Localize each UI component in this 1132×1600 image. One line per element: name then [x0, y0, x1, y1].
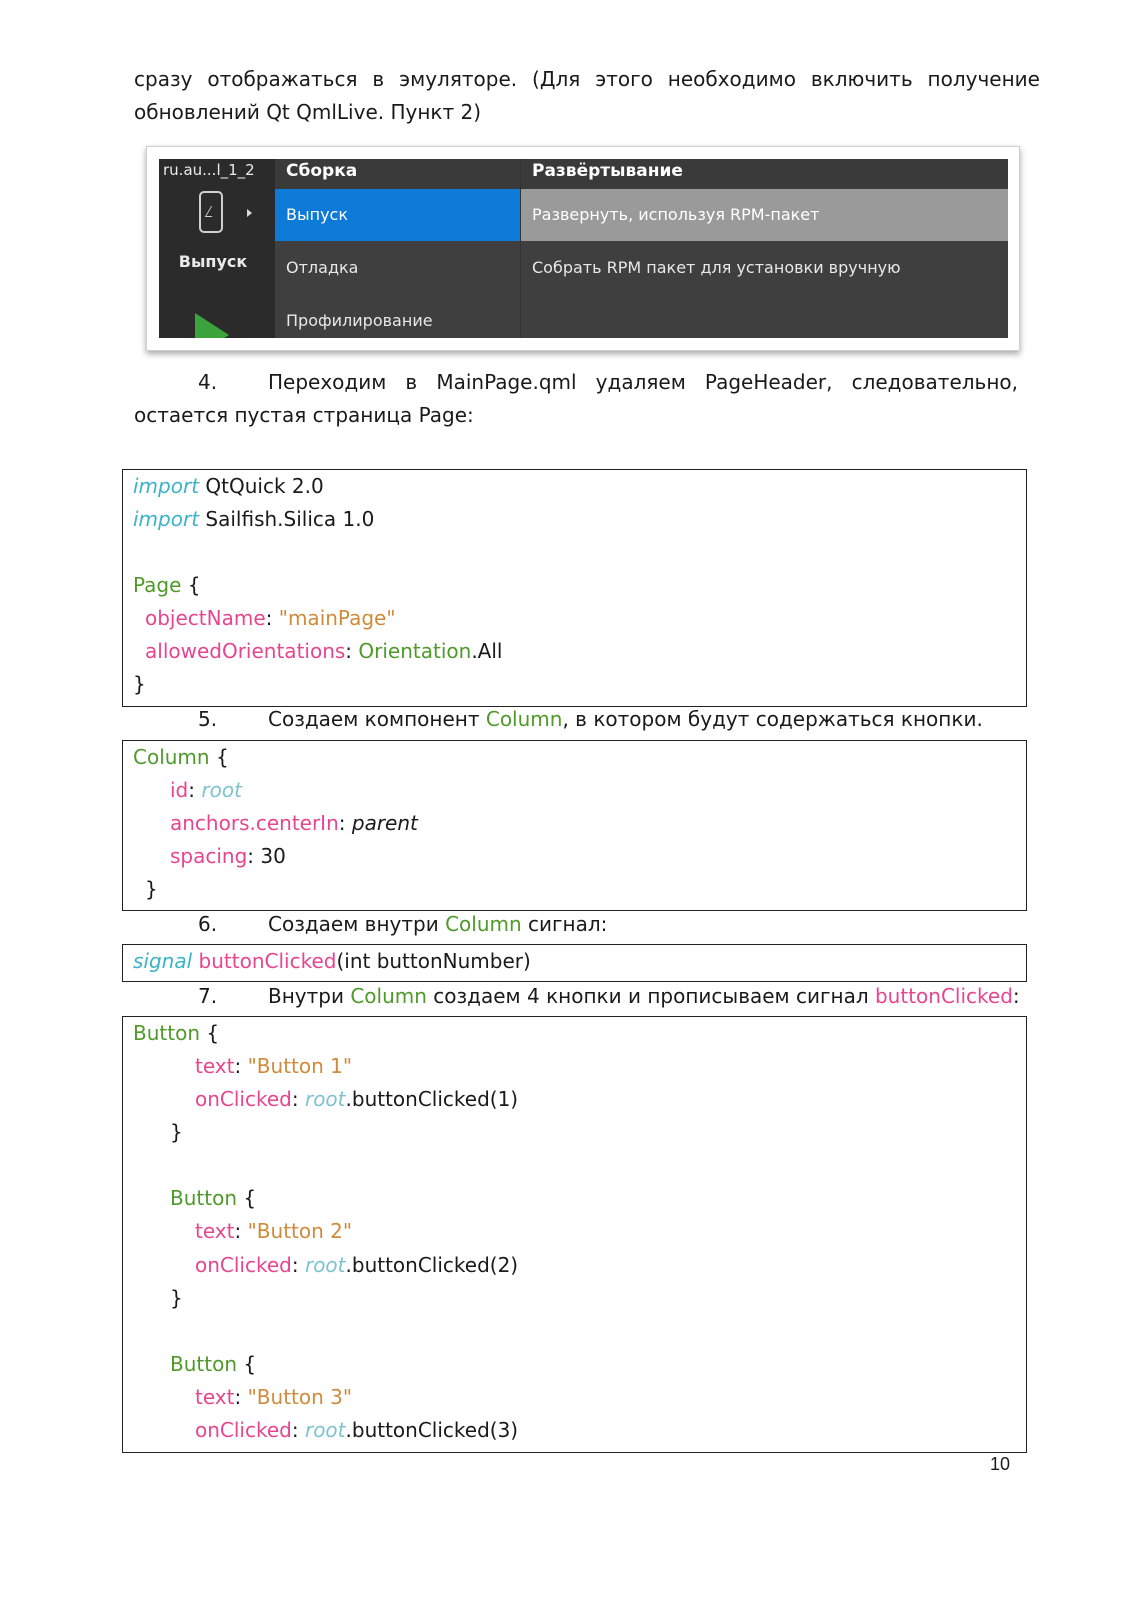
- code-line: text: "Button 2": [195, 1219, 353, 1243]
- step-7-text: Внутри Column создаем 4 кнопки и прописы…: [268, 984, 1020, 1008]
- code-line: onClicked: root.buttonClicked(1): [195, 1087, 519, 1111]
- code-line: }: [170, 1120, 183, 1144]
- code-line: signal buttonClicked(int buttonNumber): [133, 949, 531, 973]
- kit-selector[interactable]: ru.au...l_1_2 Выпуск: [159, 159, 275, 338]
- code-line: Button {: [133, 1021, 220, 1045]
- deploy-item-rpm[interactable]: Развернуть, используя RPM-пакет: [521, 189, 1008, 241]
- chevron-right-icon: [247, 209, 252, 217]
- step-6-text: Создаем внутри Column сигнал:: [268, 912, 608, 936]
- code-line: Button {: [170, 1352, 257, 1376]
- code-line: objectName: "mainPage": [145, 606, 396, 630]
- step-7-number: 7.: [198, 984, 218, 1008]
- deploy-column: Развёртывание Развернуть, используя RPM-…: [520, 159, 1008, 338]
- step-4-number: 4.: [198, 370, 218, 394]
- build-item-release[interactable]: Выпуск: [275, 189, 520, 241]
- step-5-number: 5.: [198, 707, 218, 731]
- step-6-number: 6.: [198, 912, 218, 936]
- code-block-signal: signal buttonClicked(int buttonNumber): [122, 944, 1027, 982]
- code-block-page: import QtQuick 2.0 import Sailfish.Silic…: [122, 469, 1027, 707]
- intro-line-1: сразу отображаться в эмуляторе. (Для это…: [134, 67, 1040, 91]
- build-column: Сборка Выпуск Отладка Профилирование: [275, 159, 520, 338]
- code-block-buttons: Button { text: "Button 1" onClicked: roo…: [122, 1016, 1027, 1453]
- kit-name: ru.au...l_1_2: [163, 161, 255, 179]
- code-line: Button {: [170, 1186, 257, 1210]
- step-5-text: Создаем компонент Column, в котором буду…: [268, 707, 983, 731]
- code-line: spacing: 30: [170, 844, 286, 868]
- code-line: }: [145, 877, 158, 901]
- code-line: Column {: [133, 745, 229, 769]
- run-icon[interactable]: [195, 313, 229, 338]
- code-line: import Sailfish.Silica 1.0: [133, 507, 375, 531]
- build-item-profile[interactable]: Профилирование: [275, 295, 520, 338]
- build-config-screenshot: ru.au...l_1_2 Выпуск Сборка Выпуск Отлад…: [146, 146, 1020, 351]
- code-line: allowedOrientations: Orientation.All: [145, 639, 503, 663]
- code-line: onClicked: root.buttonClicked(3): [195, 1418, 519, 1442]
- code-line: text: "Button 3": [195, 1385, 353, 1409]
- code-line: }: [170, 1286, 183, 1310]
- code-line: Page {: [133, 573, 201, 597]
- build-item-debug[interactable]: Отладка: [275, 242, 520, 294]
- code-line: onClicked: root.buttonClicked(2): [195, 1253, 519, 1277]
- deploy-header: Развёртывание: [521, 159, 1008, 189]
- device-icon: [199, 191, 223, 233]
- code-line: import QtQuick 2.0: [133, 474, 324, 498]
- code-line: id: root: [170, 778, 242, 802]
- intro-paragraph: сразу отображаться в эмуляторе. (Для это…: [134, 63, 1040, 129]
- page-number: 10: [990, 1454, 1011, 1474]
- step-4-text-1: Переходим в MainPage.qml удаляем PageHea…: [268, 370, 1018, 394]
- code-line: anchors.centerIn: parent: [170, 811, 418, 835]
- deploy-item-build-rpm[interactable]: Собрать RPM пакет для установки вручную: [521, 242, 1008, 294]
- intro-line-2: обновлений Qt QmlLive. Пункт 2): [134, 100, 482, 124]
- kit-mode-label: Выпуск: [178, 252, 248, 271]
- build-header: Сборка: [275, 159, 520, 189]
- step-4-line-2: остается пустая страница Page:: [134, 403, 474, 427]
- code-line: text: "Button 1": [195, 1054, 353, 1078]
- code-block-column: Column { id: root anchors.centerIn: pare…: [122, 740, 1027, 911]
- build-config-panel: ru.au...l_1_2 Выпуск Сборка Выпуск Отлад…: [159, 159, 1008, 338]
- code-line: }: [133, 672, 146, 696]
